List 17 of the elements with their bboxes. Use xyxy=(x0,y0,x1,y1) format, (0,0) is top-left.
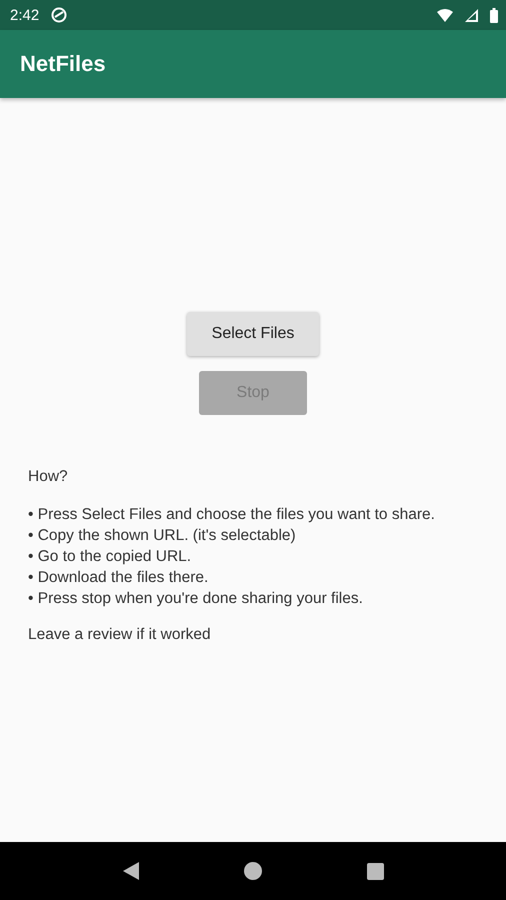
instruction-step: • Copy the shown URL. (it's selectable) xyxy=(28,525,486,546)
data-saver-icon xyxy=(51,7,68,23)
status-time: 2:42 xyxy=(10,6,40,24)
wifi-icon xyxy=(437,8,453,22)
footer-text: Leave a review if it worked xyxy=(28,626,212,644)
back-icon[interactable] xyxy=(122,862,138,880)
instruction-step: • Go to the copied URL. xyxy=(28,546,486,567)
app-title: NetFiles xyxy=(20,51,106,77)
recents-icon[interactable] xyxy=(366,862,384,880)
instruction-step: • Press Select Files and choose the files you want to share. xyxy=(28,504,486,525)
section-heading: How? xyxy=(28,468,69,486)
battery-icon xyxy=(490,8,498,22)
home-icon[interactable] xyxy=(244,862,262,880)
action-button[interactable]: Select Files xyxy=(187,312,319,356)
signal-icon xyxy=(465,8,478,22)
instruction-step: • Download the files there. xyxy=(28,567,486,588)
instruction-step: • Press stop when you're done sharing your files. xyxy=(28,588,486,609)
